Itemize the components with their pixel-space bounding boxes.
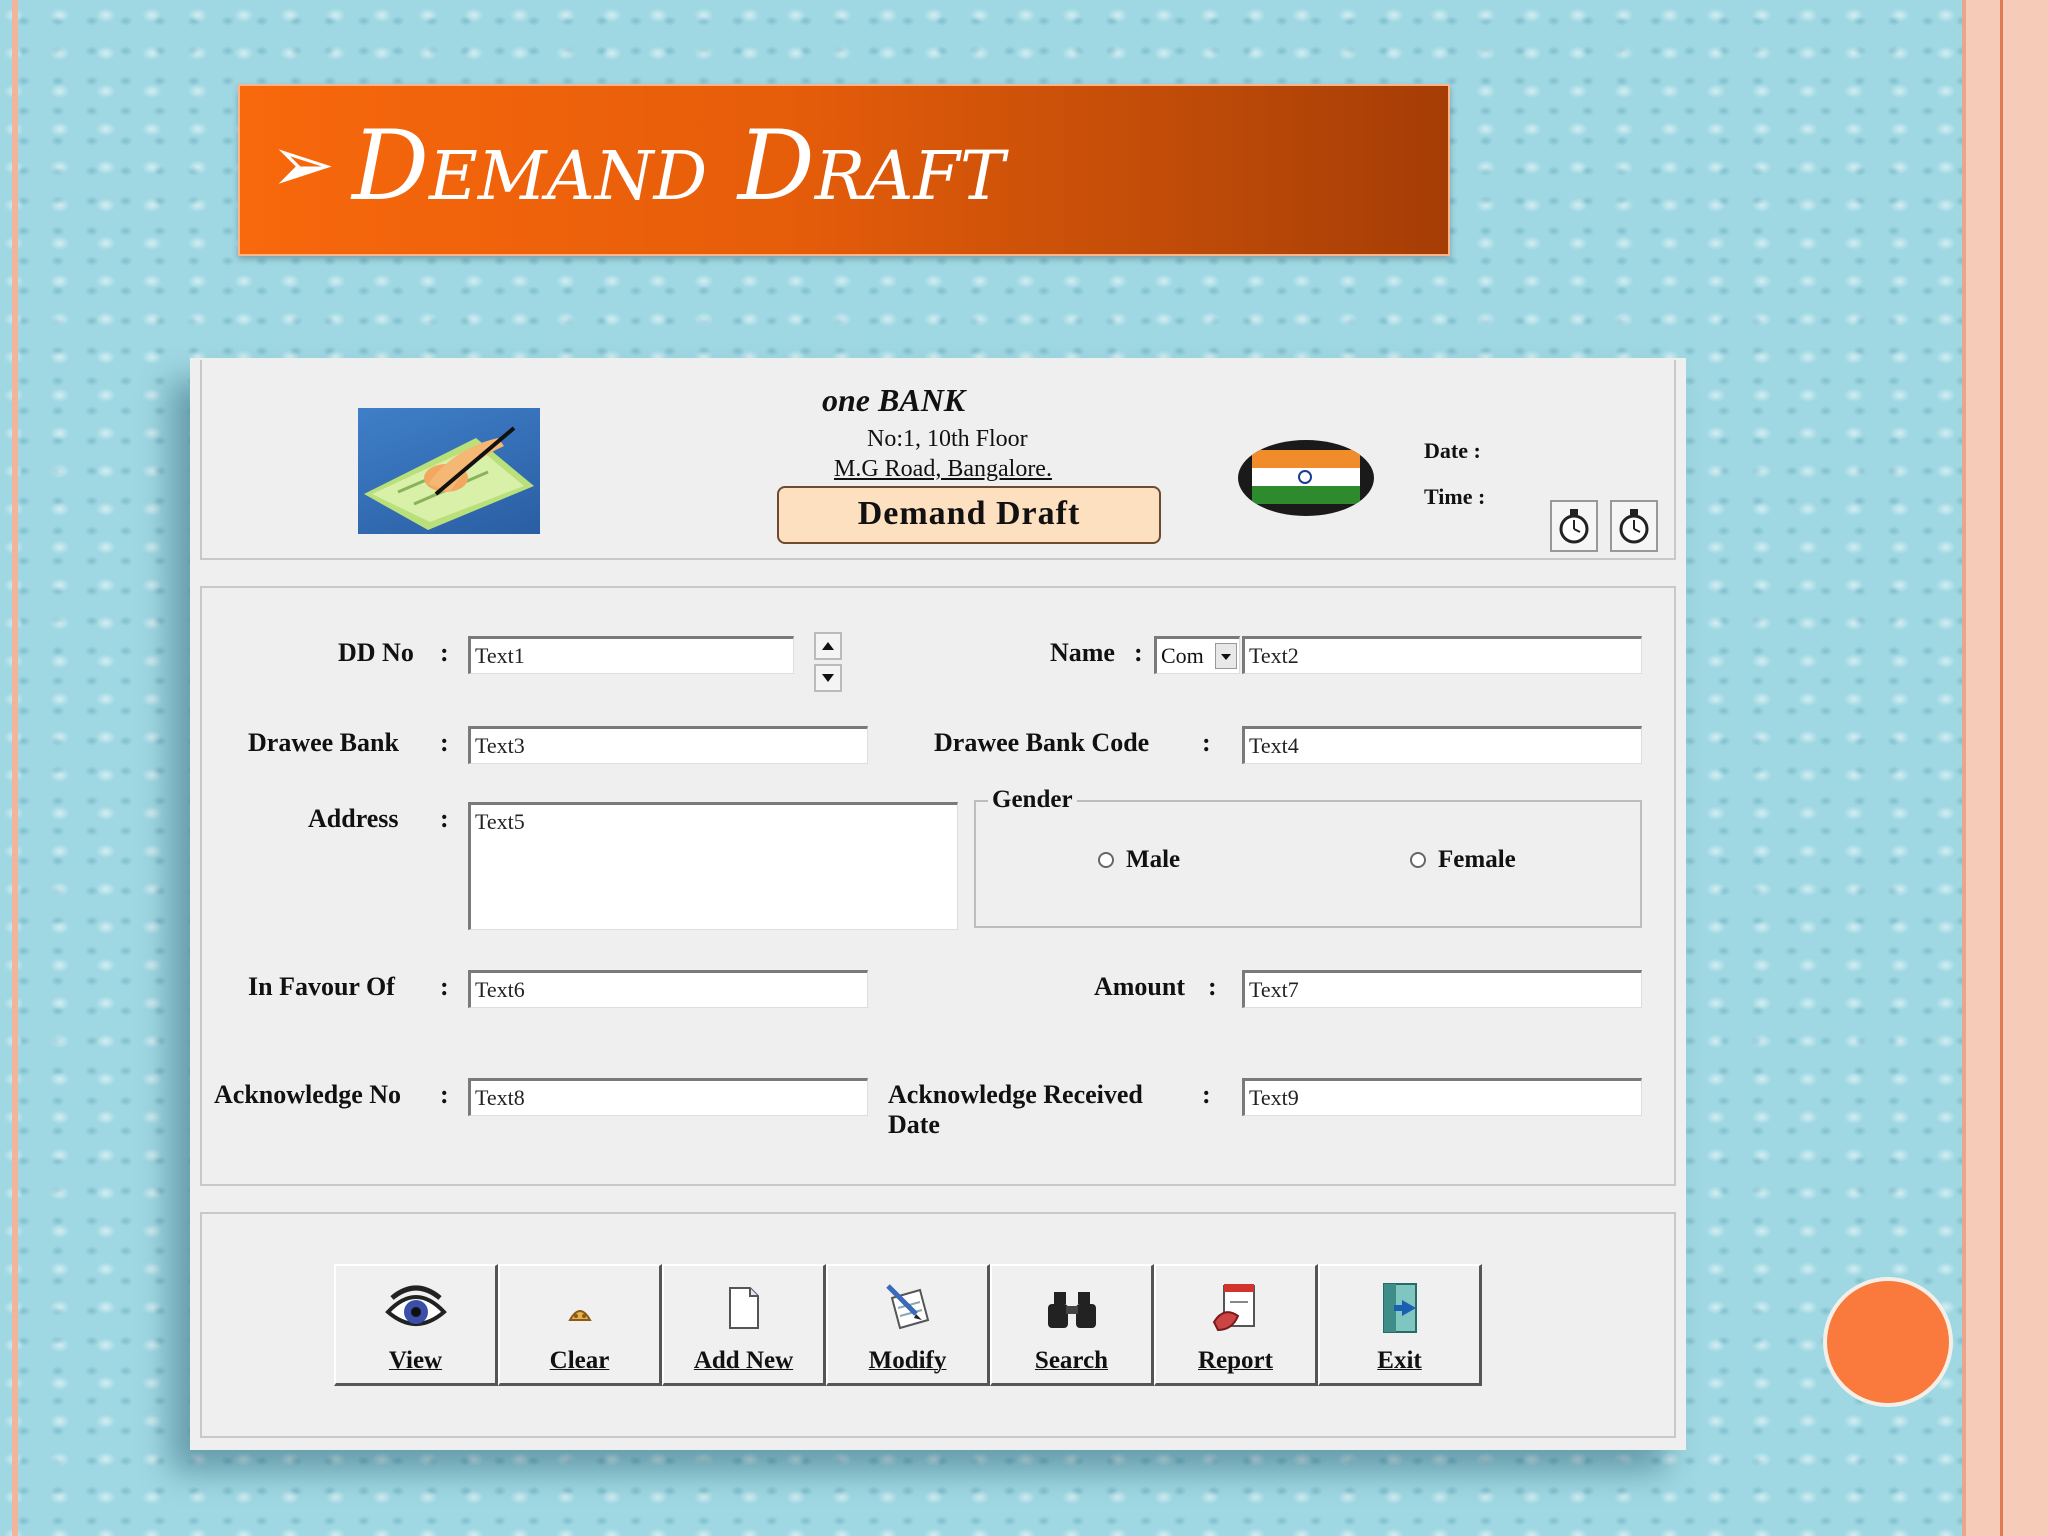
- dd-no-input[interactable]: Text1: [468, 636, 794, 674]
- slide-left-border: [12, 0, 18, 1536]
- date-timer-icon[interactable]: [1550, 500, 1598, 552]
- ashoka-chakra-icon: [1298, 470, 1312, 484]
- spin-down-icon[interactable]: [814, 664, 842, 692]
- new-document-icon: [728, 1287, 759, 1329]
- radio-male-label[interactable]: Male: [1126, 846, 1180, 874]
- name-title-combo[interactable]: Com: [1154, 636, 1240, 674]
- button-panel: View Clear Add New Modify Search Report …: [200, 1212, 1676, 1438]
- dd-no-label: DD No: [338, 638, 414, 667]
- indian-flag-icon: [1238, 440, 1374, 516]
- amount-label: Amount: [1094, 972, 1186, 1001]
- edit-document-icon: [885, 1284, 929, 1330]
- gender-group: Gender Male Female: [974, 786, 1642, 928]
- address-colon: :: [440, 804, 449, 833]
- radio-male[interactable]: [1098, 852, 1114, 868]
- date-label: Date :: [1424, 438, 1481, 463]
- slide-right-accent-line: [2000, 0, 2003, 1536]
- cheque-signing-image: [358, 408, 540, 534]
- demand-draft-window: one BANK No:1, 10th Floor M.G Road, Bang…: [190, 358, 1686, 1450]
- add-new-button[interactable]: Add New: [662, 1264, 826, 1386]
- drawee-bank-input[interactable]: Text3: [468, 726, 868, 764]
- slide-title-bar: ➢ Demand Draft: [238, 84, 1450, 256]
- drawee-bank-code-label: Drawee Bank Code: [934, 728, 1150, 757]
- drawee-bank-code-colon: :: [1202, 728, 1211, 757]
- clear-button[interactable]: Clear: [498, 1264, 662, 1386]
- eraser-icon: [567, 1310, 592, 1321]
- dd-no-colon: :: [440, 638, 449, 667]
- slide-title: Demand Draft: [352, 110, 1005, 222]
- chevron-down-icon[interactable]: [1215, 643, 1237, 669]
- in-favour-of-colon: :: [440, 972, 449, 1001]
- acknowledge-received-date-input[interactable]: Text9: [1242, 1078, 1642, 1116]
- spin-up-icon[interactable]: [814, 632, 842, 660]
- drawee-bank-code-input[interactable]: Text4: [1242, 726, 1642, 764]
- search-button-label: Search: [1034, 1347, 1109, 1374]
- time-label: Time :: [1424, 484, 1486, 509]
- add-new-button-label: Add New: [693, 1347, 794, 1374]
- title-bullet-icon: ➢: [270, 120, 336, 210]
- drawee-bank-label: Drawee Bank: [248, 728, 399, 757]
- name-input[interactable]: Text2: [1242, 636, 1642, 674]
- binoculars-icon: [1047, 1292, 1096, 1328]
- address-label: Address: [308, 804, 399, 833]
- exit-door-icon: [1382, 1283, 1417, 1333]
- drawee-bank-colon: :: [440, 728, 449, 757]
- gender-label: Gender: [988, 786, 1077, 814]
- header-panel: one BANK No:1, 10th Floor M.G Road, Bang…: [200, 360, 1676, 560]
- exit-button-label: Exit: [1377, 1347, 1422, 1374]
- report-icon: [1212, 1284, 1255, 1332]
- eye-icon: [384, 1285, 447, 1326]
- address-textarea[interactable]: Text5: [468, 802, 958, 930]
- acknowledge-received-date-label: Acknowledge Received: [888, 1080, 1143, 1109]
- flag-green-band: [1252, 486, 1360, 504]
- radio-female[interactable]: [1410, 852, 1426, 868]
- name-label: Name: [1050, 638, 1115, 667]
- in-favour-of-input[interactable]: Text6: [468, 970, 868, 1008]
- view-button-label: View: [388, 1347, 443, 1374]
- report-button-label: Report: [1198, 1347, 1273, 1374]
- acknowledge-no-input[interactable]: Text8: [468, 1078, 868, 1116]
- decorative-circle: [1827, 1281, 1949, 1403]
- acknowledge-received-date-colon: :: [1202, 1080, 1211, 1109]
- clear-button-label: Clear: [549, 1347, 610, 1374]
- bank-address-line1: No:1, 10th Floor: [867, 426, 1028, 452]
- time-timer-icon[interactable]: [1610, 500, 1658, 552]
- radio-female-label[interactable]: Female: [1438, 846, 1516, 874]
- bank-address-line2: M.G Road, Bangalore.: [834, 456, 1052, 482]
- modify-button-label: Modify: [868, 1347, 947, 1374]
- slide-right-panel: [1966, 0, 2048, 1536]
- name-title-value: Com: [1161, 643, 1204, 668]
- acknowledge-received-date-label-line2: Date: [888, 1110, 940, 1139]
- amount-colon: :: [1208, 972, 1217, 1001]
- form-title: Demand Draft: [777, 486, 1161, 544]
- bank-name: one BANK: [822, 382, 966, 418]
- amount-input[interactable]: Text7: [1242, 970, 1642, 1008]
- dd-no-spinner[interactable]: [814, 632, 844, 694]
- view-button[interactable]: View: [334, 1264, 498, 1386]
- acknowledge-no-colon: :: [440, 1080, 449, 1109]
- modify-button[interactable]: Modify: [826, 1264, 990, 1386]
- search-button[interactable]: Search: [990, 1264, 1154, 1386]
- name-colon: :: [1134, 638, 1143, 667]
- form-panel: DD No : Text1 Name : Com Text2 Drawee Ba…: [200, 586, 1676, 1186]
- acknowledge-no-label: Acknowledge No: [214, 1080, 402, 1109]
- exit-button[interactable]: Exit: [1318, 1264, 1482, 1386]
- flag-saffron-band: [1252, 450, 1360, 468]
- in-favour-of-label: In Favour Of: [248, 972, 395, 1001]
- report-button[interactable]: Report: [1154, 1264, 1318, 1386]
